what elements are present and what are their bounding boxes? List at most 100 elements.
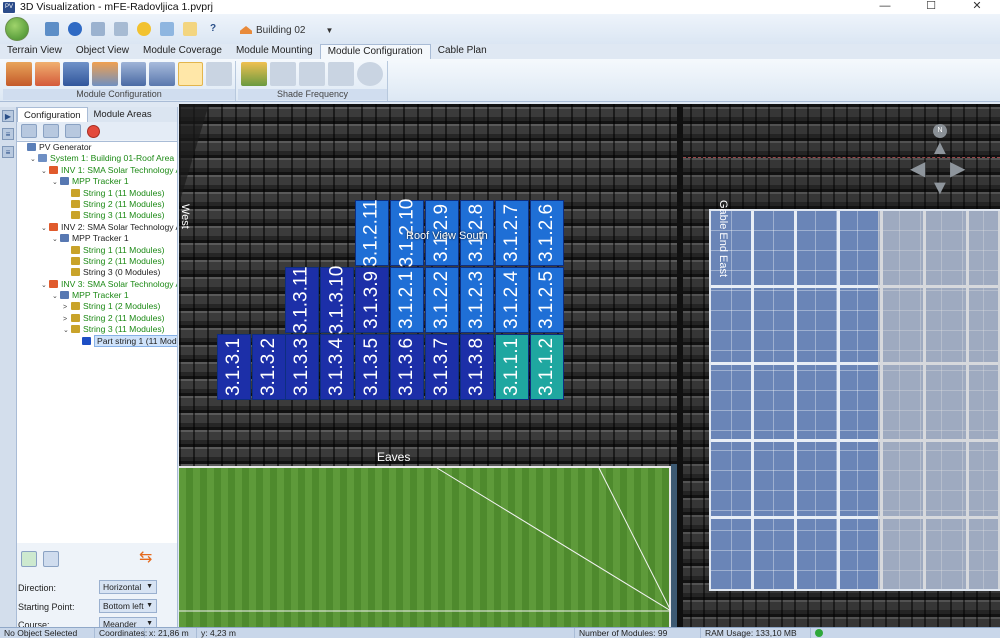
settings-icon[interactable] — [114, 22, 128, 36]
pan-down-icon[interactable]: ▼ — [930, 178, 950, 198]
tree-node[interactable]: ⌄ String 3 (11 Modules) — [17, 324, 177, 335]
tab-cable-plan[interactable]: Cable Plan — [431, 44, 494, 59]
chevron-down-icon[interactable]: ⌄ — [63, 325, 71, 336]
chevron-down-icon[interactable]: ⌄ — [41, 166, 49, 177]
pv-module[interactable]: 3.1.2.2 — [425, 267, 459, 333]
back-icon[interactable] — [45, 22, 59, 36]
expand-panel-icon[interactable]: ▶ — [2, 110, 14, 122]
tab-module-coverage[interactable]: Module Coverage — [136, 44, 229, 59]
tree-node[interactable]: String 3 (11 Modules) — [17, 210, 177, 221]
3d-viewport[interactable]: West Gable End East Eaves 3.1.2.11 3.1.2.… — [179, 104, 1000, 627]
tree-node[interactable]: ⌄ System 1: Building 01-Roof Area South .… — [17, 153, 177, 164]
chevron-down-icon[interactable]: ⌄ — [30, 154, 38, 165]
add-path-button[interactable] — [21, 551, 37, 567]
tab-object-view[interactable]: Object View — [69, 44, 136, 59]
direction-select[interactable]: Horizontal ▼ — [99, 580, 157, 594]
tree-detail-icon[interactable]: ≡ — [2, 146, 14, 158]
building-selector[interactable]: Building 02 ▼ — [240, 22, 340, 38]
pan-right-icon[interactable]: ▶ — [950, 159, 965, 179]
sky-icon[interactable] — [160, 22, 174, 36]
tree-node[interactable]: ⌄ MPP Tracker 1 — [17, 233, 177, 244]
light-icon[interactable] — [137, 22, 151, 36]
pv-module[interactable]: 3.1.3.2 — [252, 334, 286, 400]
pv-module[interactable]: 3.1.2.5 — [530, 267, 564, 333]
tree-node[interactable]: PV Generator — [17, 142, 177, 153]
tree-node[interactable]: > String 1 (2 Modules) — [17, 301, 177, 312]
connect-icon[interactable] — [43, 124, 59, 138]
tree-node[interactable]: String 3 (0 Modules) — [17, 267, 177, 278]
swap-direction-icon[interactable]: ⇆ — [139, 550, 152, 566]
pv-module[interactable]: 3.1.2.4 — [495, 267, 529, 333]
pv-module[interactable]: 3.1.3.4 — [320, 334, 354, 400]
starting-point-select[interactable]: Bottom left ▼ — [99, 599, 157, 613]
reassign-icon[interactable] — [65, 124, 81, 138]
tree-node[interactable]: ⌄ INV 1: SMA Solar Technology AG | S... — [17, 165, 177, 176]
tree-view-icon[interactable]: ≡ — [2, 128, 14, 140]
chevron-right-icon[interactable]: > — [63, 302, 71, 313]
auto-string-button[interactable] — [149, 62, 175, 86]
navigation-control[interactable]: N ▲ ◀ ▶ ▼ — [910, 124, 968, 198]
chevron-down-icon[interactable]: ⌄ — [41, 280, 49, 291]
pv-module[interactable]: 3.1.2.1 — [390, 267, 424, 333]
pv-module[interactable]: 3.1.3.8 — [460, 334, 494, 400]
tab-configuration[interactable]: Configuration — [17, 107, 88, 122]
roof-config-button[interactable] — [6, 62, 32, 86]
pv-module[interactable]: 3.1.1.2 — [530, 334, 564, 400]
pan-left-icon[interactable]: ◀ — [910, 159, 925, 179]
shadow-icon[interactable] — [183, 22, 197, 36]
tree-node[interactable]: String 2 (11 Modules) — [17, 256, 177, 267]
chevron-down-icon[interactable]: ⌄ — [52, 234, 60, 245]
tree-node[interactable]: String 1 (11 Modules) — [17, 188, 177, 199]
pan-up-icon[interactable]: ▲ — [930, 138, 950, 158]
string-button[interactable] — [120, 62, 147, 86]
roof-remove-button[interactable] — [34, 62, 61, 86]
tree-node[interactable]: > String 2 (11 Modules) — [17, 313, 177, 324]
shade-roof-button[interactable] — [270, 62, 296, 86]
tree-node[interactable]: Part string 1 (11 Modules) — [17, 334, 177, 347]
pv-module[interactable]: 3.1.3.6 — [390, 334, 424, 400]
shade-analysis-button[interactable] — [241, 62, 267, 86]
compass-icon[interactable]: N — [933, 124, 947, 138]
tree-node[interactable]: ⌄ MPP Tracker 1 — [17, 176, 177, 187]
chevron-down-icon[interactable]: ⌄ — [41, 223, 49, 234]
tree-node[interactable]: String 2 (11 Modules) — [17, 199, 177, 210]
pv-module[interactable]: 3.1.2.3 — [460, 267, 494, 333]
pv-module[interactable]: 3.1.2.7 — [495, 200, 529, 266]
pin-button[interactable] — [43, 551, 59, 567]
shade-module-button[interactable] — [299, 62, 325, 86]
pv-module[interactable]: 3.1.1.1 — [495, 334, 529, 400]
tree-node[interactable]: ⌄ INV 2: SMA Solar Technology AG | S... — [17, 222, 177, 233]
parameters-icon[interactable] — [91, 22, 105, 36]
pv-module[interactable]: 3.1.3.11 — [285, 266, 319, 334]
shade-string-button[interactable] — [328, 62, 354, 86]
minimize-button[interactable]: — — [862, 0, 908, 14]
tab-module-areas[interactable]: Module Areas — [88, 107, 158, 122]
tree-node[interactable]: ⌄ MPP Tracker 1 — [17, 290, 177, 301]
close-button[interactable]: ✕ — [954, 0, 1000, 14]
tab-terrain-view[interactable]: Terrain View — [0, 44, 69, 59]
shade-sphere-button[interactable] — [357, 62, 383, 86]
maximize-button[interactable]: ☐ — [908, 0, 954, 14]
chevron-down-icon[interactable]: ⌄ — [52, 177, 60, 188]
pv-module[interactable]: 3.1.2.6 — [530, 200, 564, 266]
tab-module-mounting[interactable]: Module Mounting — [229, 44, 320, 59]
help-icon[interactable]: ? — [206, 22, 220, 36]
pv-module[interactable]: 3.1.3.10 — [320, 266, 354, 334]
chevron-down-icon[interactable]: ⌄ — [52, 291, 60, 302]
pv-module[interactable]: 3.1.2.11 — [355, 199, 389, 267]
application-menu-button[interactable] — [5, 17, 29, 41]
delete-icon[interactable] — [87, 124, 100, 138]
pv-module[interactable]: 3.1.3.7 — [425, 334, 459, 400]
tree-node[interactable]: String 1 (11 Modules) — [17, 245, 177, 256]
inverter-button[interactable] — [91, 62, 118, 86]
chevron-right-icon[interactable]: > — [63, 314, 71, 325]
tab-module-configuration[interactable]: Module Configuration — [319, 44, 431, 59]
info-icon[interactable] — [68, 22, 82, 36]
pv-module[interactable]: 3.1.3.9 — [355, 267, 389, 333]
tree-node[interactable]: ⌄ INV 3: SMA Solar Technology AG | S... — [17, 279, 177, 290]
modules-button[interactable] — [63, 62, 89, 86]
add-string-icon[interactable] — [21, 124, 37, 138]
pv-module[interactable]: 3.1.3.5 — [355, 334, 389, 400]
string-path-button[interactable] — [177, 62, 204, 86]
cable-button[interactable] — [206, 62, 233, 86]
